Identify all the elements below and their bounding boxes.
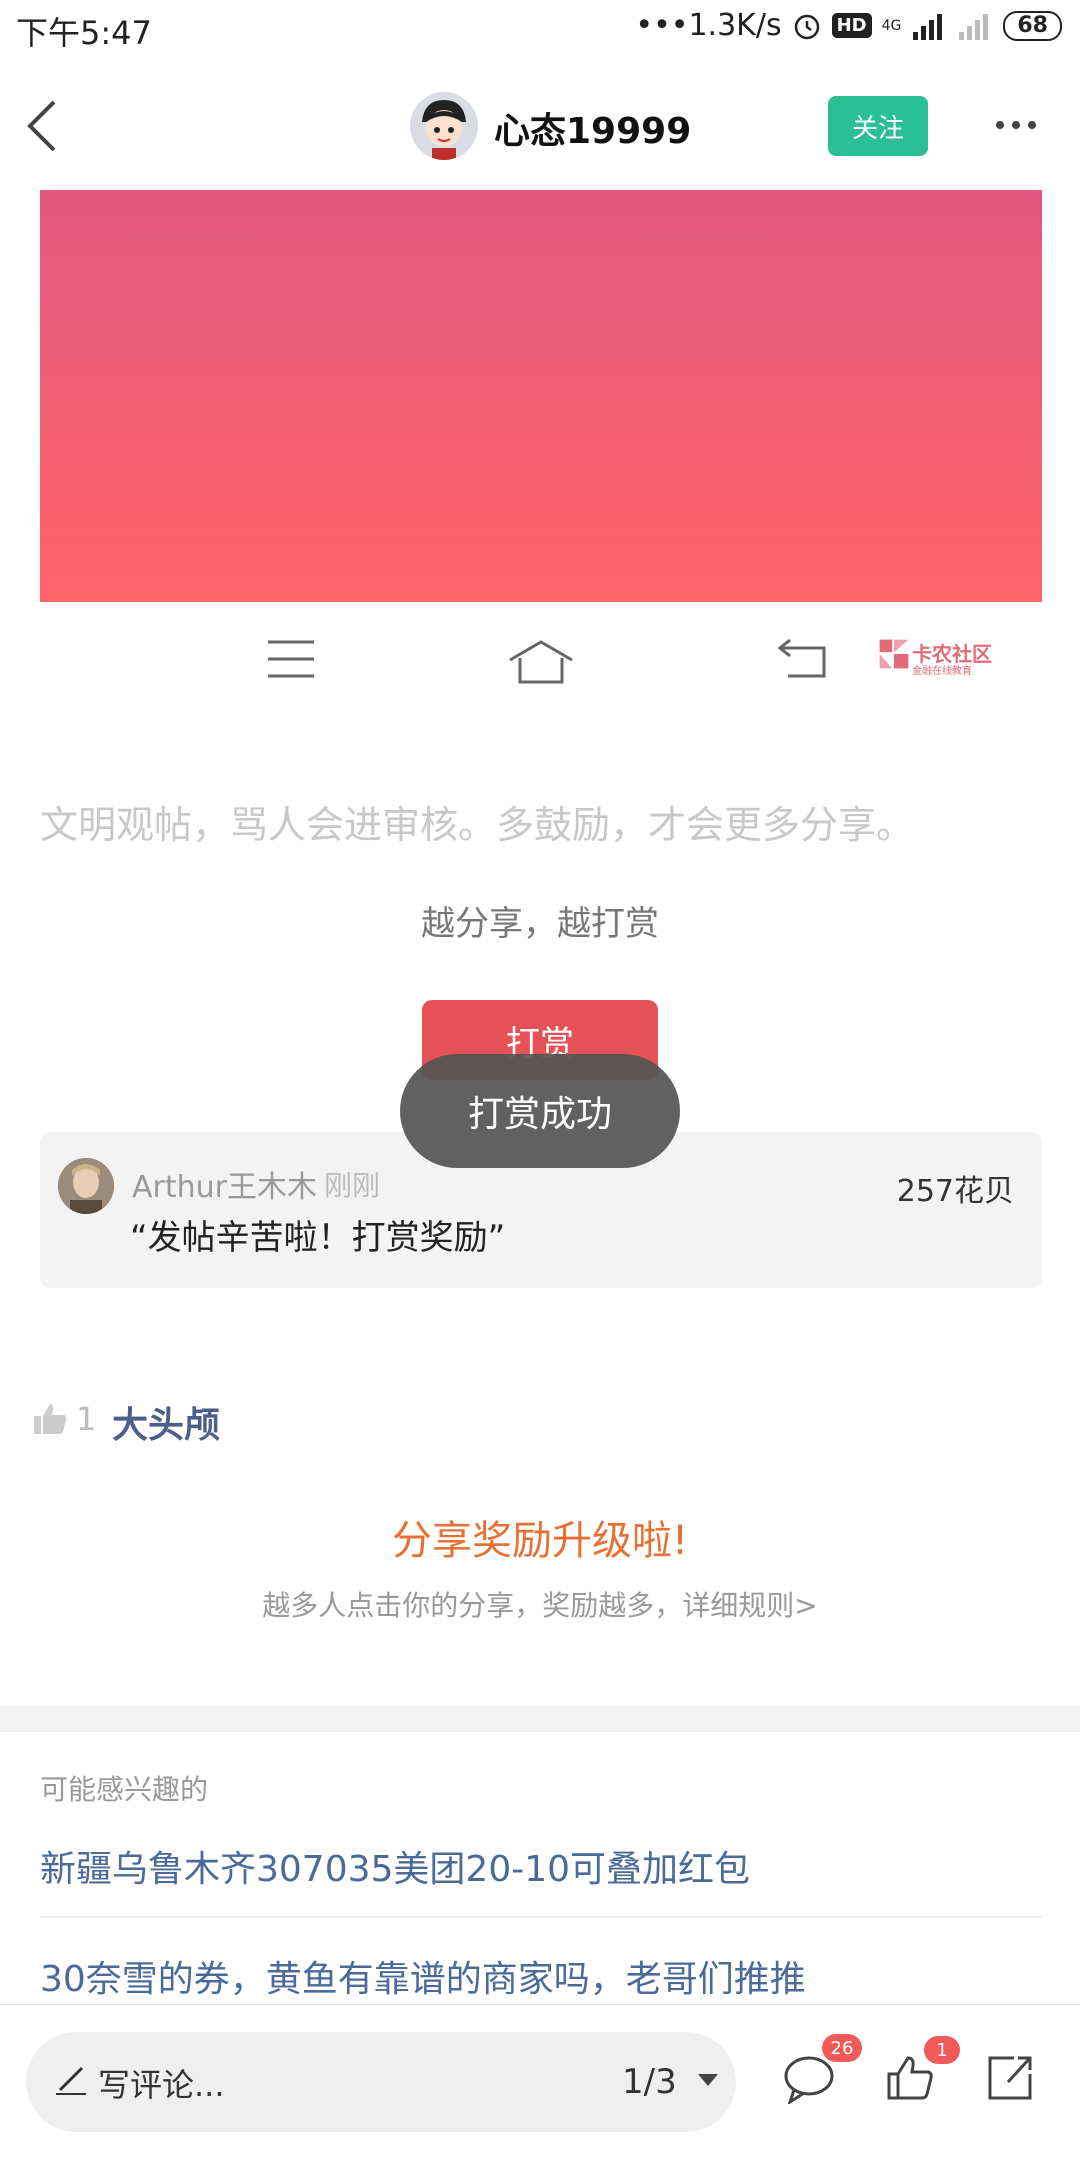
interest-section-title: 可能感兴趣的 xyxy=(40,1773,209,1806)
person-photo-icon xyxy=(58,1158,114,1214)
network-type: 4G xyxy=(881,17,902,34)
share-promo-title[interactable]: 分享奖励升级啦! xyxy=(0,1508,1080,1566)
cartoon-face-icon xyxy=(410,92,478,160)
follow-button[interactable]: 关注 xyxy=(828,96,928,156)
reward-slogan: 越分享，越打赏 xyxy=(421,904,659,944)
liker-name[interactable]: 大头颅 xyxy=(112,1396,220,1448)
status-bar: 下午5:47 •••1.3K/s HD 4G 68 xyxy=(0,0,1080,60)
comment-placeholder[interactable]: 写评论... xyxy=(98,2060,225,2106)
interest-item[interactable]: 新疆乌鲁木齐307035美团20-10可叠加红包 xyxy=(40,1840,750,1892)
pen-icon xyxy=(56,2066,86,2095)
rewarder-name[interactable]: Arthur王木木 xyxy=(132,1162,317,1206)
comment-icon[interactable] xyxy=(782,2054,836,2104)
author-name[interactable]: 心态19999 xyxy=(494,102,691,154)
interest-item[interactable]: 30奈雪的券，黄鱼有靠谱的商家吗，老哥们推推 xyxy=(40,1950,806,2002)
hd-icon: HD xyxy=(831,13,872,38)
menu-icon xyxy=(268,640,314,678)
back-icon[interactable] xyxy=(22,98,62,154)
back-arrow-icon xyxy=(778,638,826,678)
signal-icon xyxy=(913,13,943,40)
civility-notice: 文明观帖，骂人会进审核。多鼓励，才会更多分享。 xyxy=(40,803,915,847)
home-icon xyxy=(509,640,573,684)
section-divider xyxy=(0,1706,1080,1732)
reward-message: “发帖辛苦啦！打赏奖励” xyxy=(130,1218,506,1258)
battery-indicator: 68 xyxy=(1003,10,1062,41)
signal-weak-icon xyxy=(959,13,989,40)
page-indicator[interactable]: 1/3 xyxy=(622,2062,677,2102)
rewarder-avatar[interactable] xyxy=(58,1158,114,1214)
like-count: 1 xyxy=(76,1400,97,1438)
post-image[interactable] xyxy=(40,190,1042,602)
network-speed: •••1.3K/s xyxy=(635,8,782,43)
thumbs-up-icon xyxy=(34,1404,67,1434)
toast-message: 打赏成功 xyxy=(400,1054,680,1168)
comment-count-badge: 26 xyxy=(822,2034,862,2062)
share-promo-description[interactable]: 越多人点击你的分享，奖励越多，详细规则> xyxy=(0,1584,1080,1624)
more-icon[interactable] xyxy=(992,110,1040,140)
status-time: 下午5:47 xyxy=(16,14,152,52)
kanong-logo-icon xyxy=(879,639,909,669)
share-icon[interactable] xyxy=(984,2052,1036,2104)
caret-down-icon[interactable] xyxy=(696,2070,720,2090)
reward-amount: 257花贝 xyxy=(896,1174,1014,1209)
reward-time: 刚刚 xyxy=(324,1169,381,1202)
author-avatar[interactable] xyxy=(410,92,478,160)
divider xyxy=(40,1916,1042,1918)
status-indicators: •••1.3K/s HD 4G 68 xyxy=(635,8,1062,43)
like-count-badge: 1 xyxy=(924,2036,960,2064)
alarm-icon xyxy=(794,14,819,39)
watermark-subtitle: 金融在线教育 xyxy=(912,666,972,677)
